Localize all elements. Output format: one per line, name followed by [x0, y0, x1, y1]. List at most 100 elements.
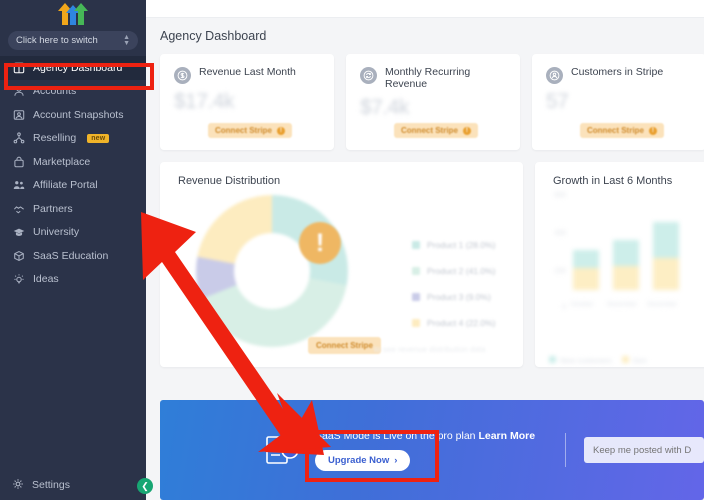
bar-group: [573, 250, 599, 290]
bag-icon: [12, 155, 25, 168]
sidebar-item-accounts[interactable]: Accounts: [0, 80, 146, 104]
bar-new-customers: [573, 250, 599, 268]
growth-legend: New customers Gen: [549, 356, 647, 365]
sidebar-item-reselling[interactable]: Reselling new: [0, 127, 146, 151]
connect-stripe-button[interactable]: Connect Stripe !: [394, 123, 478, 138]
charts-row: Revenue Distribution ! Product 1 (28.0%)…: [146, 150, 704, 367]
handshake-icon: [12, 202, 25, 215]
sidebar-item-label: Ideas: [33, 273, 59, 286]
sidebar-item-saas-education[interactable]: SaaS Education: [0, 244, 146, 268]
legend-label: Product 1 (28.0%): [427, 240, 496, 250]
sidebar-collapse-button[interactable]: ❮: [137, 478, 153, 494]
stat-card-revenue-last-month: Revenue Last Month $17.4k Connect Stripe…: [160, 54, 334, 150]
account-switcher-label: Click here to switch: [16, 35, 98, 46]
connect-stripe-label: Connect Stripe: [401, 126, 458, 135]
banner-inner: SaaS Mode is Live on the pro plan Learn …: [160, 400, 704, 500]
hierarchy-icon: [12, 132, 25, 145]
image-icon: [12, 108, 25, 121]
y-tick: 200: [554, 268, 566, 275]
stat-card-value: $17.4k: [174, 90, 235, 113]
sidebar-item-label: Settings: [32, 479, 70, 491]
banner-message-prefix: SaaS Mode is Live on the pro plan: [315, 429, 479, 442]
graduation-cap-icon: [12, 226, 25, 239]
bar-group: [613, 240, 639, 290]
new-badge: new: [87, 133, 110, 143]
legend-item: Product 3 (9.0%): [412, 292, 496, 302]
stat-card-header: Revenue Last Month: [174, 66, 334, 84]
sidebar-item-label: SaaS Education: [33, 249, 109, 262]
sidebar-item-affiliate-portal[interactable]: Affiliate Portal: [0, 174, 146, 198]
three-arrows-logo[interactable]: [0, 0, 146, 26]
sidebar-item-label: Partners: [33, 202, 73, 215]
dashboard-icon: [12, 61, 25, 74]
legend-swatch: [549, 356, 556, 363]
report-chart-icon: [265, 435, 301, 465]
revenue-distribution-hint: to see revenue distribution data: [374, 345, 486, 354]
sidebar: Click here to switch ▲ ▼ Agency Dashboard: [0, 0, 146, 500]
sidebar-item-ideas[interactable]: Ideas: [0, 268, 146, 292]
sidebar-item-marketplace[interactable]: Marketplace: [0, 150, 146, 174]
stat-card-monthly-recurring-revenue: Monthly Recurring Revenue $7.4k Connect …: [346, 54, 520, 150]
bar-gen: [573, 268, 599, 290]
sidebar-item-label: Reselling: [33, 132, 77, 145]
stat-cards-row: Revenue Last Month $17.4k Connect Stripe…: [146, 43, 704, 150]
banner-message: SaaS Mode is Live on the pro plan Learn …: [315, 430, 535, 442]
revenue-distribution-donut: !: [196, 195, 356, 355]
sidebar-item-label: Marketplace: [33, 155, 91, 168]
growth-chart-card: Growth in Last 6 Months 600 400 200 0 Oc…: [535, 162, 704, 367]
x-tick: December: [647, 301, 677, 308]
upgrade-now-button[interactable]: Upgrade Now ›: [315, 449, 411, 471]
lightbulb-icon: [12, 273, 25, 286]
sidebar-item-label: University: [33, 226, 80, 239]
legend-swatch: [412, 267, 420, 275]
sidebar-item-partners[interactable]: Partners: [0, 197, 146, 221]
revenue-distribution-card: Revenue Distribution ! Product 1 (28.0%)…: [160, 162, 523, 367]
exclamation-icon: !: [462, 126, 471, 135]
connect-stripe-button[interactable]: Connect Stripe: [308, 337, 381, 354]
stat-card-title: Monthly Recurring Revenue: [385, 66, 471, 90]
exclamation-circle-icon: !: [299, 222, 341, 264]
bar-group: [653, 222, 679, 290]
y-axis: 600 400 200 0: [544, 192, 566, 312]
bar-new-customers: [613, 240, 639, 266]
gear-icon: [12, 478, 24, 493]
bar-new-customers: [653, 222, 679, 258]
stat-card-value: $7.4k: [360, 96, 409, 119]
divider: [565, 433, 566, 467]
sidebar-item-label: Accounts: [33, 85, 77, 98]
legend-label: Gen: [632, 356, 647, 365]
revenue-distribution-legend: Product 1 (28.0%) Product 2 (41.0%) Prod…: [412, 240, 496, 344]
sidebar-item-label: Agency Dashboard: [33, 61, 123, 74]
sidebar-item-label: Account Snapshots: [33, 108, 124, 121]
stat-card-value: 57: [546, 90, 569, 113]
bar-gen: [653, 258, 679, 290]
donut-slices: [196, 195, 348, 347]
cube-icon: [12, 249, 25, 262]
sidebar-item-account-snapshots[interactable]: Account Snapshots: [0, 103, 146, 127]
sidebar-item-settings[interactable]: Settings: [0, 474, 146, 496]
person-icon: [12, 85, 25, 98]
legend-item: Product 1 (28.0%): [412, 240, 496, 250]
stat-card-header: Monthly Recurring Revenue: [360, 66, 520, 90]
x-tick: October: [570, 301, 594, 308]
sidebar-item-agency-dashboard[interactable]: Agency Dashboard: [0, 56, 146, 80]
sidebar-item-label: Affiliate Portal: [33, 179, 98, 192]
saas-mode-banner: SaaS Mode is Live on the pro plan Learn …: [160, 400, 704, 500]
page-title: Agency Dashboard: [160, 29, 267, 43]
connect-stripe-button[interactable]: Connect Stripe !: [208, 123, 292, 138]
upgrade-now-label: Upgrade Now: [328, 454, 390, 466]
legend-label: Product 4 (22.0%): [427, 318, 496, 328]
newsletter-input[interactable]: [584, 437, 704, 463]
learn-more-link[interactable]: Learn More: [478, 430, 535, 442]
legend-item: New customers: [549, 356, 612, 365]
app-root: Click here to switch ▲ ▼ Agency Dashboard: [0, 0, 704, 500]
stat-card-header: Customers in Stripe: [546, 66, 704, 84]
sidebar-item-university[interactable]: University: [0, 221, 146, 245]
y-tick: 600: [554, 192, 566, 199]
connect-stripe-label: Connect Stripe: [215, 126, 272, 135]
account-switcher[interactable]: Click here to switch ▲ ▼: [8, 31, 138, 50]
connect-stripe-button[interactable]: Connect Stripe !: [580, 123, 664, 138]
people-icon: [12, 179, 25, 192]
legend-swatch: [412, 241, 420, 249]
legend-label: Product 2 (41.0%): [427, 266, 496, 276]
